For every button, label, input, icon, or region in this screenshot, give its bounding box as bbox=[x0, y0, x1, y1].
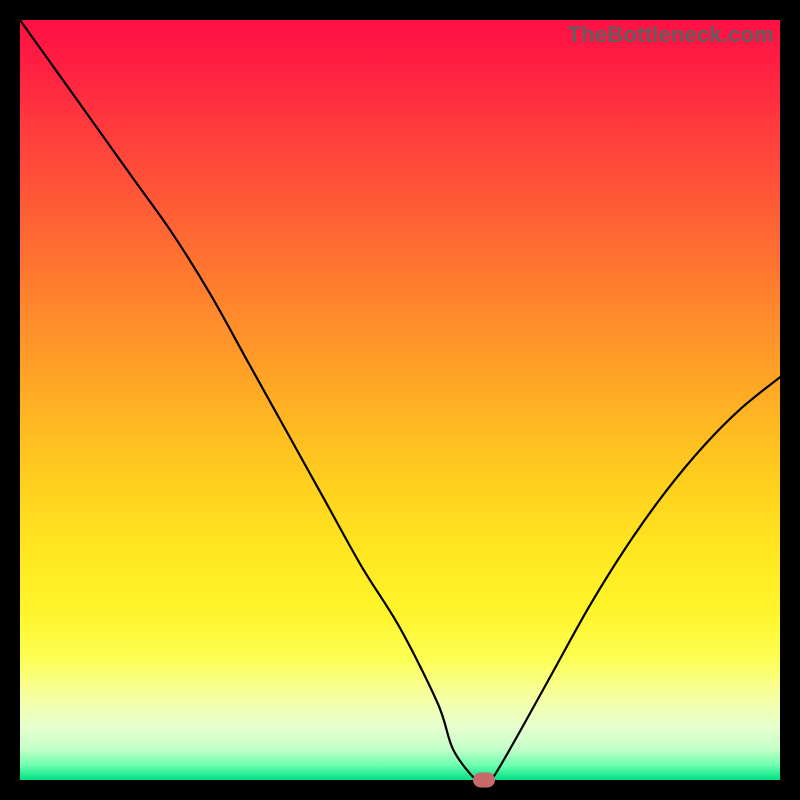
plot-area: TheBottleneck.com bbox=[20, 20, 780, 780]
minimum-marker bbox=[473, 773, 495, 788]
chart-stage: TheBottleneck.com bbox=[0, 0, 800, 800]
curve-svg bbox=[20, 20, 780, 780]
bottleneck-curve-path bbox=[20, 20, 780, 780]
